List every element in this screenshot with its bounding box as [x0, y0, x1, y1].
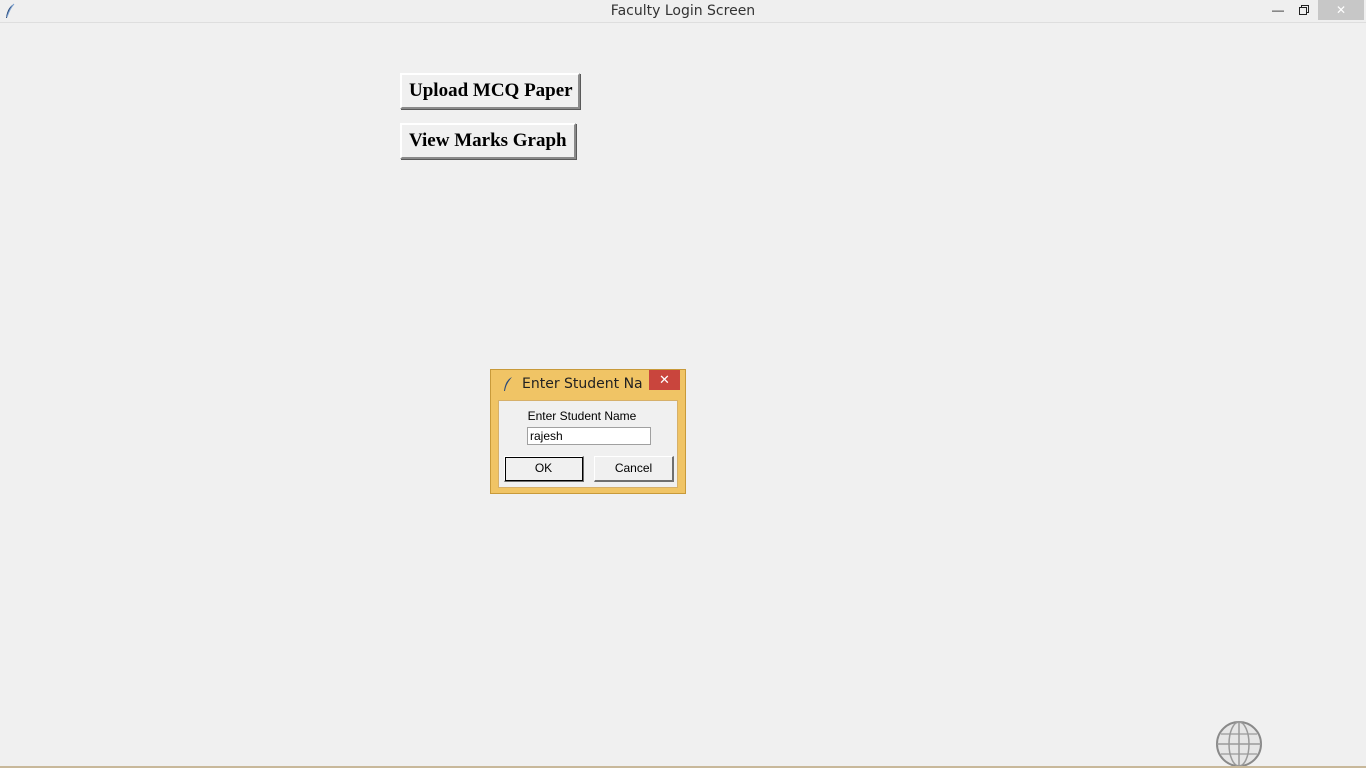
dialog-title: Enter Student Na...: [522, 376, 642, 392]
ok-button[interactable]: OK: [504, 456, 584, 482]
dialog-close-button[interactable]: ✕: [649, 370, 680, 390]
upload-mcq-paper-button[interactable]: Upload MCQ Paper: [400, 73, 580, 109]
feather-icon: [504, 377, 512, 391]
cancel-button[interactable]: Cancel: [594, 456, 674, 482]
view-marks-graph-button[interactable]: View Marks Graph: [400, 123, 576, 159]
restore-button[interactable]: [1292, 0, 1316, 20]
minimize-icon: —: [1272, 3, 1284, 17]
globe-icon[interactable]: [1215, 720, 1263, 768]
student-name-dialog: Enter Student Na... ✕ Enter Student Name…: [490, 369, 686, 494]
dialog-label: Enter Student Name: [527, 409, 637, 423]
minimize-button[interactable]: —: [1266, 0, 1290, 20]
window-titlebar: Faculty Login Screen — ✕: [0, 0, 1366, 23]
close-icon: ✕: [659, 372, 670, 387]
close-button[interactable]: ✕: [1318, 0, 1364, 20]
student-name-input[interactable]: rajesh: [527, 427, 651, 445]
window-title: Faculty Login Screen: [610, 3, 756, 19]
restore-icon: [1299, 5, 1309, 15]
close-icon: ✕: [1335, 3, 1347, 17]
dialog-body: Enter Student Name rajesh OK Cancel: [498, 400, 678, 488]
